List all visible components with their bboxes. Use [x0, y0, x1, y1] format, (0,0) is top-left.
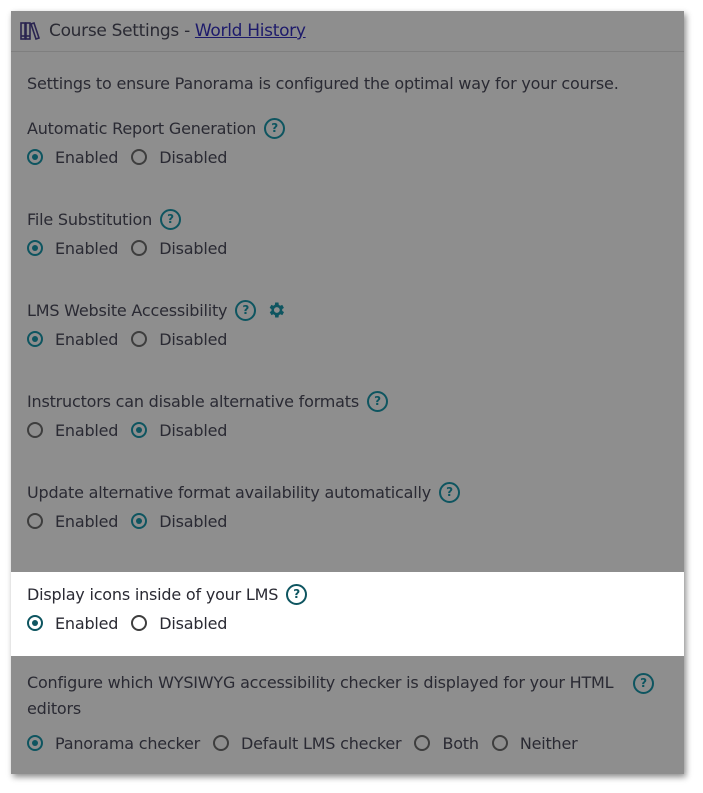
course-settings-dialog: Course Settings - World History Settings…	[11, 11, 684, 774]
radio-label: Enabled	[55, 420, 119, 440]
radio-group: Enabled Disabled	[27, 322, 668, 356]
radio-button[interactable]	[131, 240, 148, 256]
radio-option-neither[interactable]: Neither	[491, 733, 578, 753]
radio-button[interactable]	[27, 735, 43, 751]
radio-label: Neither	[519, 733, 578, 753]
radio-group: Panorama checker Default LMS checker Both N…	[27, 726, 668, 760]
radio-label: Enabled	[55, 329, 119, 349]
radio-label: Disabled	[159, 147, 228, 167]
radio-group: Enabled Disabled	[27, 504, 668, 538]
radio-label: Enabled	[55, 238, 119, 258]
radio-label: Panorama checker	[55, 733, 201, 753]
setting-automatic-report-generation: Automatic Report Generation? Enabled Disab…	[27, 102, 668, 174]
radio-label: Disabled	[159, 420, 228, 440]
radio-option-enabled[interactable]: Enabled	[27, 239, 118, 258]
radio-button[interactable]	[27, 240, 43, 256]
radio-label: Disabled	[159, 613, 228, 633]
radio-option-panorama-checker[interactable]: Panorama checker	[27, 734, 200, 753]
radio-option-enabled[interactable]: Enabled	[27, 148, 118, 167]
radio-button[interactable]	[27, 422, 43, 438]
radio-option-enabled[interactable]: Enabled	[27, 512, 118, 531]
course-link[interactable]: World History	[195, 21, 306, 41]
radio-button[interactable]	[27, 513, 43, 529]
help-icon[interactable]: ?	[264, 117, 286, 139]
radio-label: Disabled	[159, 511, 228, 531]
help-icon[interactable]: ?	[367, 390, 388, 412]
setting-title: Display icons inside of your LMS	[27, 584, 279, 604]
radio-label: Disabled	[159, 238, 228, 258]
gear-icon[interactable]	[266, 300, 286, 320]
radio-button[interactable]	[491, 735, 508, 751]
setting-title: Instructors can disable alternative form…	[27, 391, 359, 411]
setting-lms-website-accessibility: LMS Website Accessibility? Enabled Disable…	[27, 265, 668, 356]
setting-title: LMS Website Accessibility	[27, 300, 228, 320]
radio-label: Enabled	[55, 511, 119, 531]
radio-label: Enabled	[55, 613, 119, 633]
dialog-title: Course Settings -	[49, 21, 190, 41]
radio-button[interactable]	[27, 149, 43, 165]
setting-instructors-can-disable-alternative-formats: Instructors can disable alternative form…	[27, 356, 668, 447]
help-icon[interactable]: ?	[633, 673, 654, 694]
setting-file-substitution: File Substitution? Enabled Disabled	[27, 174, 668, 265]
radio-button[interactable]	[131, 149, 148, 165]
radio-label: Disabled	[159, 329, 228, 349]
radio-option-disabled[interactable]: Disabled	[131, 614, 227, 633]
settings-list: Automatic Report Generation? Enabled Disab…	[27, 102, 668, 538]
radio-button[interactable]	[131, 422, 148, 438]
radio-button[interactable]	[131, 331, 148, 347]
radio-button[interactable]	[414, 735, 431, 751]
intro-text: Settings to ensure Panorama is configure…	[27, 74, 619, 93]
radio-option-disabled[interactable]: Disabled	[131, 330, 227, 349]
radio-group: Enabled Disabled	[27, 413, 668, 447]
radio-option-enabled[interactable]: Enabled	[27, 330, 118, 349]
setting-display-icons: Display icons inside of your LMS ? Enabl…	[11, 572, 684, 656]
radio-button[interactable]	[131, 513, 148, 529]
radio-option-disabled[interactable]: Disabled	[131, 421, 227, 440]
setting-wysiwyg-checker: Configure which WYSIWYG accessibility ch…	[11, 670, 684, 760]
help-icon[interactable]: ?	[160, 208, 182, 230]
radio-label: Enabled	[55, 147, 119, 167]
setting-update-alternative-format-availability-automatically: Update alternative format availability a…	[27, 447, 668, 538]
radio-option-default-lms-checker[interactable]: Default LMS checker	[213, 733, 402, 753]
books-icon	[20, 21, 41, 41]
help-icon[interactable]: ?	[286, 583, 308, 605]
radio-option-enabled[interactable]: Enabled	[27, 614, 118, 633]
radio-label: Default LMS checker	[241, 733, 402, 753]
setting-title: Configure which WYSIWYG accessibility ch…	[27, 673, 614, 718]
radio-option-both[interactable]: Both	[414, 733, 479, 753]
radio-button[interactable]	[27, 615, 43, 631]
setting-title: File Substitution	[27, 209, 153, 229]
radio-group: Enabled Disabled	[27, 231, 668, 265]
radio-label: Both	[442, 733, 479, 753]
radio-option-disabled[interactable]: Disabled	[131, 148, 227, 167]
radio-button[interactable]	[27, 331, 43, 347]
setting-title: Automatic Report Generation	[27, 118, 257, 138]
radio-option-disabled[interactable]: Disabled	[131, 239, 227, 258]
help-icon[interactable]: ?	[235, 299, 257, 321]
radio-option-disabled[interactable]: Disabled	[131, 512, 227, 531]
help-icon[interactable]: ?	[439, 481, 460, 503]
radio-group: Enabled Disabled	[27, 140, 668, 174]
radio-option-enabled[interactable]: Enabled	[27, 421, 118, 440]
radio-group: Enabled Disabled	[27, 606, 668, 640]
dialog-header: Course Settings - World History	[11, 11, 684, 52]
setting-title: Update alternative format availability a…	[27, 482, 431, 502]
radio-button[interactable]	[213, 735, 230, 751]
radio-button[interactable]	[131, 615, 148, 631]
